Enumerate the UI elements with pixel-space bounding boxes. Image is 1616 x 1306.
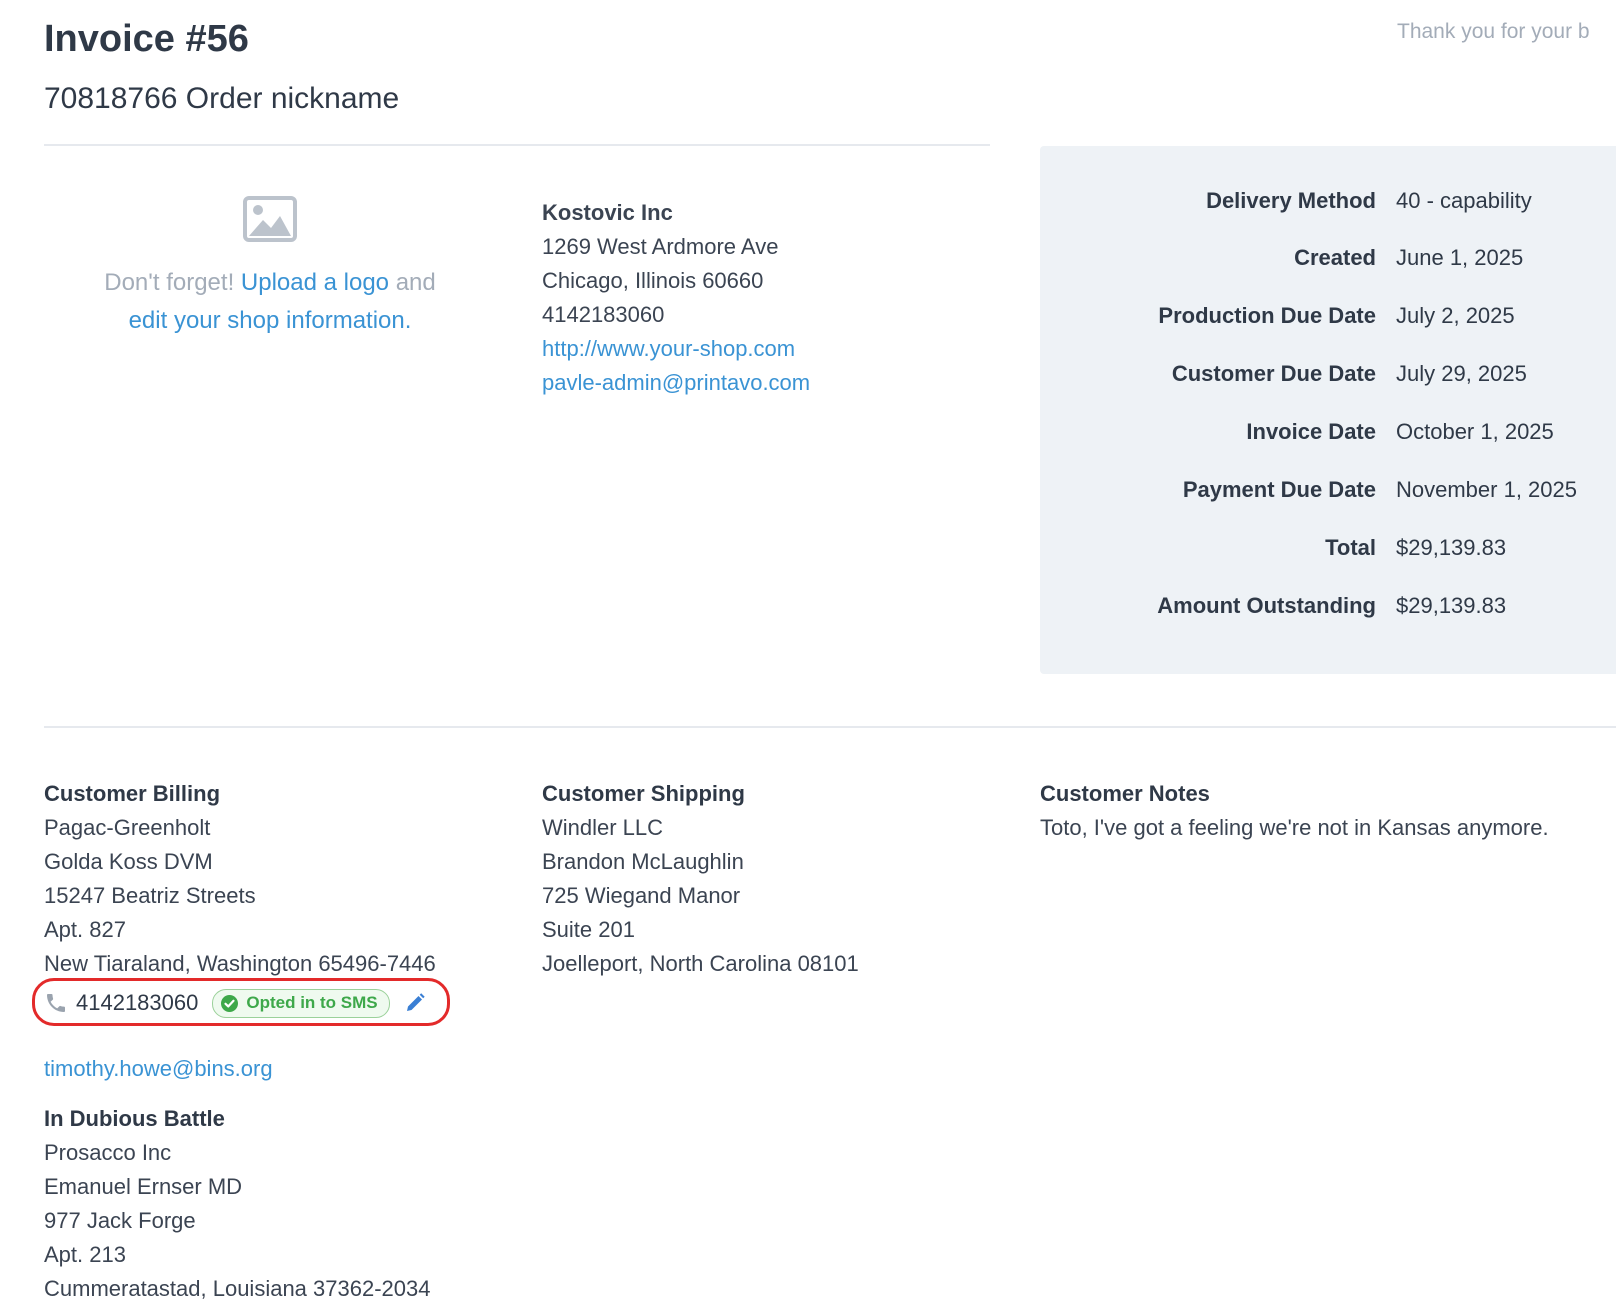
summary-label: Invoice Date	[1246, 419, 1376, 444]
summary-value: July 29, 2025	[1396, 361, 1527, 386]
thank-you-message: Thank you for your b	[1397, 20, 1590, 43]
billing-line: 15247 Beatriz Streets	[44, 883, 256, 908]
summary-row: Invoice Date October 1, 2025	[1040, 419, 1616, 449]
secondary-line: Emanuel Ernser MD	[44, 1174, 243, 1199]
summary-row: Production Due Date July 2, 2025	[1040, 303, 1616, 333]
notes-text: Toto, I've got a feeling we're not in Ka…	[1040, 815, 1549, 840]
summary-label: Customer Due Date	[1171, 361, 1376, 386]
summary-value: $29,139.83	[1396, 593, 1507, 618]
billing-line: Pagac-Greenholt	[44, 815, 211, 840]
billing-heading: Customer Billing	[44, 781, 221, 806]
secondary-heading: In Dubious Battle	[44, 1106, 225, 1131]
summary-label: Amount Outstanding	[1157, 593, 1376, 618]
secondary-line: 977 Jack Forge	[44, 1208, 196, 1233]
secondary-line: Prosacco Inc	[44, 1140, 172, 1165]
summary-row: Payment Due Date November 1, 2025	[1040, 477, 1616, 507]
customer-notes: Customer Notes Toto, I've got a feeling …	[1040, 777, 1549, 845]
billing-line: Golda Koss DVM	[44, 849, 213, 874]
summary-value: July 2, 2025	[1396, 303, 1515, 328]
summary-value: June 1, 2025	[1396, 245, 1524, 270]
logo-prompt: Don't forget! Upload a logo and edit you…	[60, 196, 480, 340]
section-divider	[44, 726, 1616, 728]
shop-info: Kostovic Inc 1269 West Ardmore Ave Chica…	[542, 196, 810, 400]
customer-billing: Customer Billing Pagac-Greenholt Golda K…	[44, 777, 436, 981]
summary-row: Total $29,139.83	[1040, 535, 1616, 565]
summary-value: $29,139.83	[1396, 535, 1507, 560]
shipping-heading: Customer Shipping	[542, 781, 745, 806]
billing-line: New Tiaraland, Washington 65496-7446	[44, 951, 436, 976]
notes-heading: Customer Notes	[1040, 781, 1210, 806]
summary-label: Delivery Method	[1206, 188, 1376, 213]
logo-prompt-and: and	[395, 269, 436, 296]
customer-shipping: Customer Shipping Windler LLC Brandon Mc…	[542, 777, 859, 981]
shipping-line: Brandon McLaughlin	[542, 849, 744, 874]
summary-value: October 1, 2025	[1396, 419, 1554, 444]
shop-phone: 4142183060	[542, 302, 665, 327]
shop-name: Kostovic Inc	[542, 200, 673, 225]
shipping-line: Joelleport, North Carolina 08101	[542, 951, 859, 976]
shop-address: 1269 West Ardmore Ave	[542, 234, 779, 259]
secondary-line: Cummeratastad, Louisiana 37362-2034	[44, 1276, 431, 1301]
order-nickname: 70818766 Order nickname	[44, 82, 400, 115]
shipping-line: Windler LLC	[542, 815, 664, 840]
summary-row: Created June 1, 2025	[1040, 245, 1616, 275]
header-divider	[44, 144, 990, 146]
invoice-summary-panel: Delivery Method 40 - capability Created …	[1040, 146, 1616, 674]
shop-website-link[interactable]: http://www.your-shop.com	[542, 332, 810, 366]
summary-label: Total	[1325, 535, 1376, 560]
shop-email-link[interactable]: pavle-admin@printavo.com	[542, 366, 810, 400]
sms-highlight-outline	[32, 978, 450, 1026]
summary-value: November 1, 2025	[1396, 477, 1577, 502]
shipping-line: 725 Wiegand Manor	[542, 883, 741, 908]
edit-shop-info-link[interactable]: edit your shop information.	[129, 307, 412, 334]
summary-label: Payment Due Date	[1182, 477, 1376, 502]
secondary-contact: In Dubious Battle Prosacco Inc Emanuel E…	[44, 1102, 430, 1306]
shop-city: Chicago, Illinois 60660	[542, 268, 764, 293]
shipping-line: Suite 201	[542, 917, 635, 942]
summary-label: Production Due Date	[1158, 303, 1376, 328]
summary-row: Customer Due Date July 29, 2025	[1040, 361, 1616, 391]
logo-prompt-prefix: Don't forget!	[104, 269, 235, 296]
summary-row: Amount Outstanding $29,139.83	[1040, 593, 1616, 623]
billing-line: Apt. 827	[44, 917, 126, 942]
summary-value: 40 - capability	[1396, 188, 1532, 213]
billing-email-link[interactable]: timothy.howe@bins.org	[44, 1052, 273, 1086]
summary-label: Created	[1294, 245, 1376, 270]
image-placeholder-icon	[243, 196, 297, 242]
upload-logo-link[interactable]: Upload a logo	[241, 269, 389, 296]
summary-row: Delivery Method 40 - capability	[1040, 188, 1616, 218]
secondary-line: Apt. 213	[44, 1242, 126, 1267]
invoice-title: Invoice #56	[44, 18, 249, 60]
